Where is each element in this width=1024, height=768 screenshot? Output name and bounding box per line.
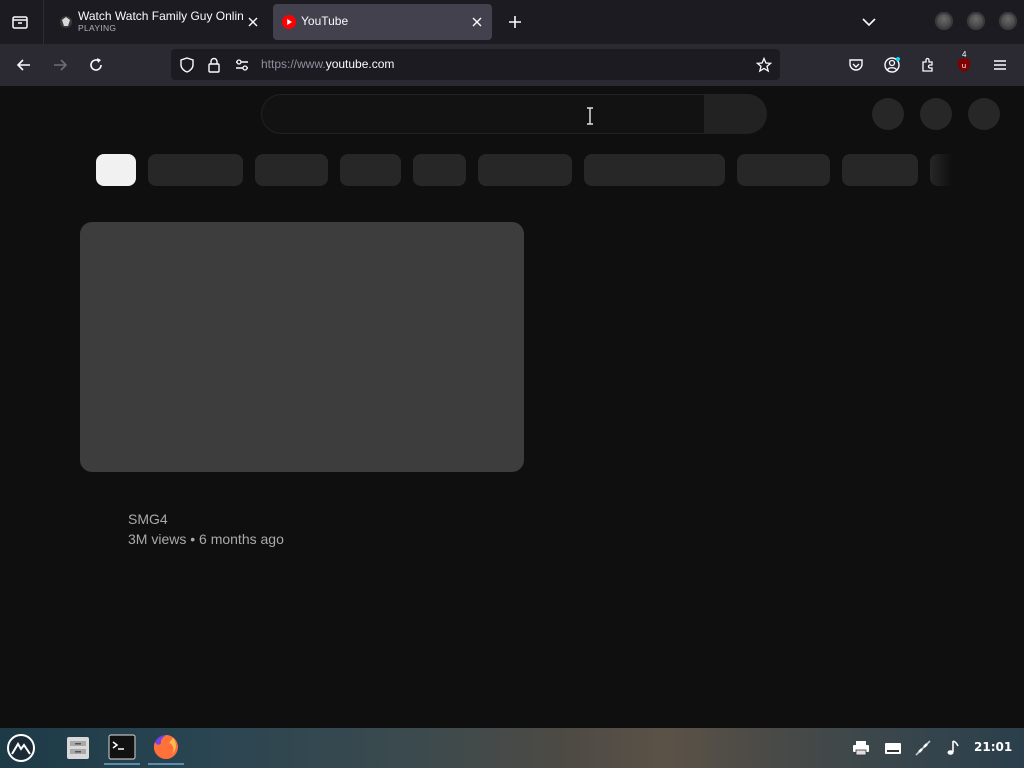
file-manager-icon[interactable]	[60, 731, 96, 765]
sliders-icon[interactable]	[233, 56, 251, 74]
hamburger-icon[interactable]	[988, 53, 1012, 77]
category-chip[interactable]	[478, 154, 572, 186]
video-channel-name[interactable]: SMG4	[128, 511, 168, 527]
text-cursor-icon	[586, 107, 594, 125]
new-tab-plus-icon[interactable]	[504, 11, 526, 33]
network-disconnected-icon[interactable]	[914, 739, 932, 757]
arrow-right-icon[interactable]	[48, 53, 72, 77]
category-chip[interactable]	[930, 154, 952, 186]
account-icon[interactable]	[880, 53, 904, 77]
music-note-icon[interactable]	[944, 739, 962, 757]
url-prefix: https://www.	[261, 57, 326, 71]
ublock-count-badge: 4	[962, 50, 967, 59]
star-icon[interactable]	[755, 56, 773, 74]
reload-icon[interactable]	[84, 53, 108, 77]
chevron-down-icon[interactable]	[858, 11, 880, 33]
printer-icon[interactable]	[852, 739, 870, 757]
tab-playing-label: PLAYING	[78, 23, 117, 33]
youtube-icon	[281, 14, 297, 30]
svg-text:u: u	[962, 62, 966, 70]
close-window-button[interactable]	[999, 12, 1017, 30]
lock-icon[interactable]	[205, 56, 223, 74]
youtube-page: SMG4 3M views • 6 months ago	[0, 86, 1024, 728]
category-chip[interactable]	[340, 154, 401, 186]
category-chip[interactable]	[842, 154, 918, 186]
tab-strip: Watch Watch Family Guy Onlin PLAYING You…	[0, 0, 1024, 44]
video-thumbnail[interactable]	[80, 222, 524, 472]
terminal-icon[interactable]	[104, 731, 140, 765]
firefox-icon[interactable]	[148, 731, 184, 765]
create-button[interactable]	[872, 98, 904, 130]
tab-youtube[interactable]: YouTube	[273, 4, 492, 40]
search-button[interactable]	[704, 94, 767, 134]
category-chip[interactable]	[413, 154, 466, 186]
category-chip[interactable]	[737, 154, 830, 186]
url-bar[interactable]: https://www.youtube.com	[171, 49, 780, 80]
tab-family-guy[interactable]: Watch Watch Family Guy Onlin PLAYING	[50, 4, 268, 40]
keyboard-icon[interactable]	[884, 739, 902, 757]
maximize-button[interactable]	[967, 12, 985, 30]
category-chip[interactable]	[584, 154, 725, 186]
close-icon[interactable]	[470, 15, 484, 29]
avatar[interactable]	[968, 98, 1000, 130]
shield-icon[interactable]	[178, 56, 196, 74]
search-input[interactable]	[261, 94, 704, 134]
notifications-button[interactable]	[920, 98, 952, 130]
clock[interactable]: 21:01	[974, 740, 1012, 754]
arrow-left-icon[interactable]	[12, 53, 36, 77]
category-chip[interactable]	[148, 154, 243, 186]
tab-title: Watch Watch Family Guy Onlin	[78, 9, 243, 23]
navigation-toolbar: https://www.youtube.com u 4	[0, 44, 1024, 86]
category-chip[interactable]	[255, 154, 328, 186]
pocket-icon[interactable]	[844, 53, 868, 77]
launcher-icon[interactable]	[3, 731, 39, 765]
url-text[interactable]: https://www.youtube.com	[261, 57, 394, 71]
taskbar: 21:01	[0, 728, 1024, 768]
chip-all[interactable]	[96, 154, 136, 186]
video-stats: 3M views • 6 months ago	[128, 531, 284, 547]
tab-title: YouTube	[301, 14, 349, 28]
puzzle-icon[interactable]	[916, 53, 940, 77]
tab-list-icon[interactable]	[8, 10, 32, 34]
close-icon[interactable]	[246, 15, 260, 29]
url-domain: youtube.com	[325, 57, 395, 71]
site-favicon-icon	[58, 14, 74, 30]
minimize-button[interactable]	[935, 12, 953, 30]
divider	[43, 0, 44, 44]
